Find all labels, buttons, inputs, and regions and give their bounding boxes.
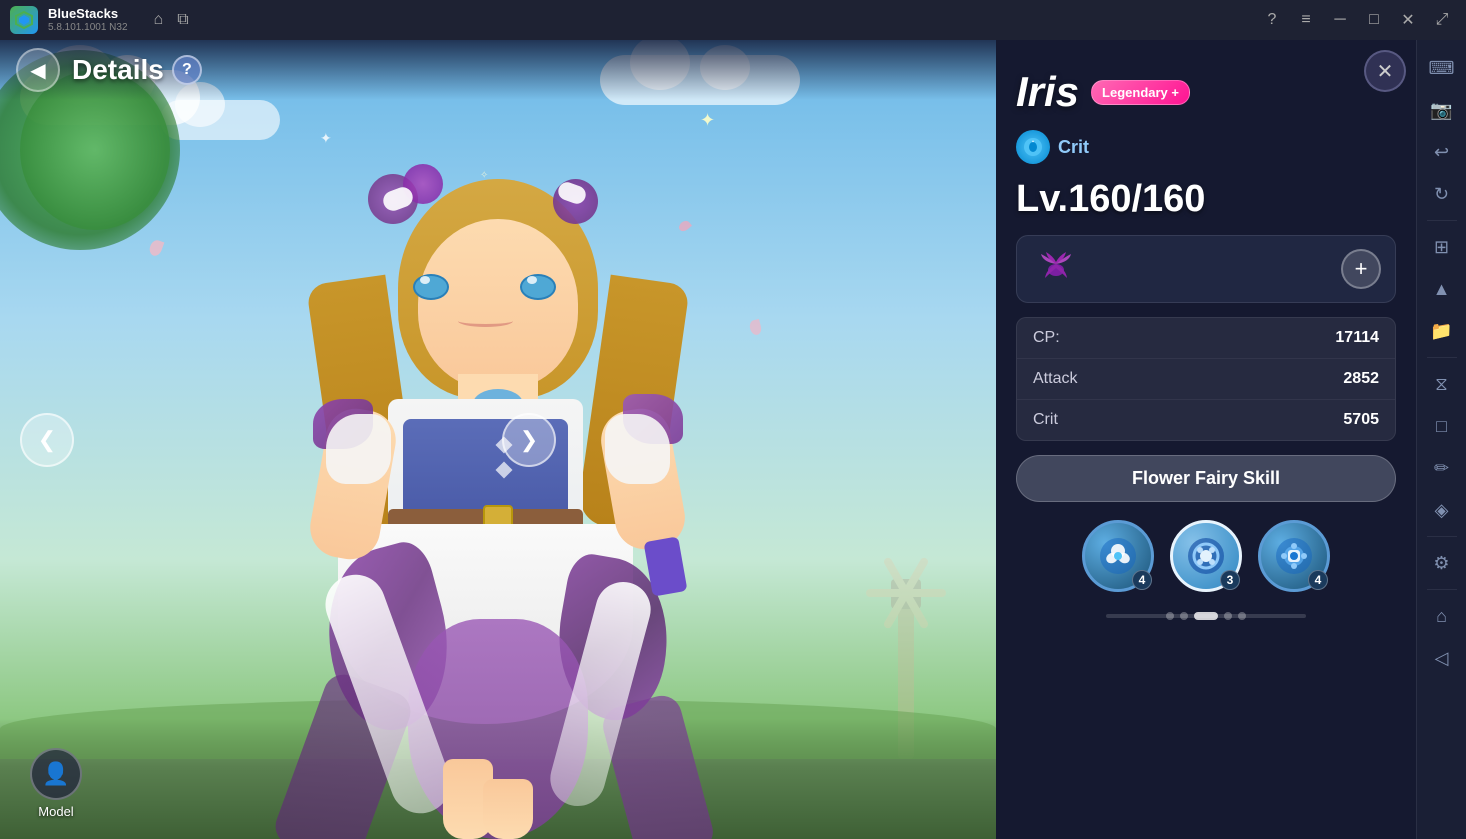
nav-next-button[interactable]: ❯ [502, 413, 556, 467]
close-ctrl[interactable]: ✕ [1394, 6, 1422, 34]
attack-value: 2852 [1343, 370, 1379, 388]
skill-icon-3-wrap[interactable]: 4 [1258, 520, 1330, 592]
character-illustration [0, 40, 996, 839]
bluestacks-logo [10, 6, 38, 34]
titlebar: BlueStacks 5.8.101.1001 N32 ⌂ ⧉ ? ≡ ─ □ … [0, 0, 1466, 40]
rarity-badge: Legendary + [1091, 80, 1190, 105]
character-level: Lv.160/160 [1016, 178, 1205, 220]
skill-icons-row: 4 3 [1016, 516, 1396, 596]
attack-label: Attack [1033, 370, 1077, 388]
model-icon: 👤 [30, 748, 82, 800]
model-label: Model [38, 804, 73, 819]
home-nav-icon[interactable]: ⌂ [154, 11, 164, 29]
character-type-label: Crit [1058, 137, 1089, 158]
sidebar-tool-undo[interactable]: ↩ [1422, 132, 1462, 172]
sidebar-tool-refresh[interactable]: ↻ [1422, 174, 1462, 214]
skill-icon-2-wrap[interactable]: 3 [1170, 520, 1242, 592]
type-icon [1016, 130, 1050, 164]
window-controls: ? ≡ ─ □ ✕ ⤢ [1258, 6, 1456, 34]
stat-row-crit: Crit 5705 [1017, 400, 1395, 440]
main-area: ✦ ✧ ✦ ◀ Details ? [0, 40, 1466, 839]
help-ctrl[interactable]: ? [1258, 6, 1286, 34]
sidebar-tool-edit[interactable]: ✏ [1422, 448, 1462, 488]
nav-right-icon: ❯ [520, 427, 538, 453]
equipment-icon [1031, 244, 1081, 294]
info-panel: ✕ Iris Legendary + Crit Lv.160/160 [996, 40, 1416, 839]
sidebar-tool-home[interactable]: ⌂ [1422, 596, 1462, 636]
character-name-row: Iris Legendary + [1016, 68, 1396, 116]
nav-prev-button[interactable]: ❮ [20, 413, 74, 467]
sidebar-sep-1 [1427, 220, 1457, 221]
maximize-ctrl[interactable]: □ [1360, 6, 1388, 34]
close-panel-button[interactable]: ✕ [1364, 50, 1406, 92]
sidebar-tool-folder[interactable]: 📁 [1422, 311, 1462, 351]
minimize-ctrl[interactable]: ─ [1326, 6, 1354, 34]
cp-label: CP: [1033, 329, 1060, 347]
back-button[interactable]: ◀ [16, 48, 60, 92]
crit-label: Crit [1033, 411, 1058, 429]
sidebar-tool-location[interactable]: ◈ [1422, 490, 1462, 530]
scroll-dot-5 [1238, 612, 1246, 620]
menu-ctrl[interactable]: ≡ [1292, 6, 1320, 34]
game-header: ◀ Details ? [0, 40, 996, 100]
layers-nav-icon[interactable]: ⧉ [177, 11, 188, 29]
lotus-icon [1033, 242, 1079, 296]
flower-fairy-skill-button[interactable]: Flower Fairy Skill [1016, 455, 1396, 502]
character-name: Iris [1016, 68, 1079, 116]
app-version: 5.8.101.1001 N32 [48, 22, 128, 33]
nav-left-icon: ❮ [38, 427, 56, 453]
scroll-dot-3 [1194, 612, 1218, 620]
sidebar-tool-square[interactable]: □ [1422, 406, 1462, 446]
sidebar-sep-3 [1427, 536, 1457, 537]
skill-badge-3: 4 [1308, 570, 1328, 590]
app-name: BlueStacks [48, 7, 128, 21]
page-title: Details [72, 54, 164, 86]
sidebar-sep-4 [1427, 589, 1457, 590]
sidebar-tool-settings[interactable]: ⚙ [1422, 543, 1462, 583]
sidebar-tool-timer[interactable]: ⧖ [1422, 364, 1462, 404]
scroll-dot-1 [1166, 612, 1174, 620]
sidebar-tool-grid[interactable]: ⊞ [1422, 227, 1462, 267]
titlebar-nav-icons: ⌂ ⧉ [154, 11, 189, 29]
scroll-indicator [1016, 610, 1396, 622]
skill-badge-1: 4 [1132, 570, 1152, 590]
skill-button-label: Flower Fairy Skill [1132, 468, 1280, 489]
stat-row-attack: Attack 2852 [1017, 359, 1395, 400]
character-level-row: Lv.160/160 [1016, 178, 1396, 221]
character-type-row: Crit [1016, 130, 1396, 164]
sidebar-tool-keyboard[interactable]: ⌨ [1422, 48, 1462, 88]
expand-ctrl[interactable]: ⤢ [1428, 6, 1456, 34]
sidebar-tool-apk[interactable]: ▲ [1422, 269, 1462, 309]
model-button[interactable]: 👤 Model [30, 748, 82, 819]
sidebar-sep-2 [1427, 357, 1457, 358]
help-icon: ? [182, 61, 192, 79]
crit-value: 5705 [1343, 411, 1379, 429]
add-icon: + [1355, 256, 1368, 282]
sidebar-tool-screenshot[interactable]: 📷 [1422, 90, 1462, 130]
sidebar-tool-back[interactable]: ◁ [1422, 638, 1462, 678]
cp-value: 17114 [1335, 329, 1379, 347]
scroll-dot-4 [1224, 612, 1232, 620]
add-equipment-button[interactable]: + [1341, 249, 1381, 289]
skill-badge-2: 3 [1220, 570, 1240, 590]
skill-icon-1-wrap[interactable]: 4 [1082, 520, 1154, 592]
scroll-dot-2 [1180, 612, 1188, 620]
game-viewport: ✦ ✧ ✦ ◀ Details ? [0, 40, 996, 839]
help-button[interactable]: ? [172, 55, 202, 85]
close-icon: ✕ [1377, 59, 1394, 84]
right-sidebar: ⌨ 📷 ↩ ↻ ⊞ ▲ 📁 ⧖ □ ✏ ◈ ⚙ ⌂ ◁ [1416, 40, 1466, 839]
stats-container: CP: 17114 Attack 2852 Crit 5705 [1016, 317, 1396, 441]
equipment-row[interactable]: + [1016, 235, 1396, 303]
back-icon: ◀ [30, 58, 45, 83]
stat-row-cp: CP: 17114 [1017, 318, 1395, 359]
